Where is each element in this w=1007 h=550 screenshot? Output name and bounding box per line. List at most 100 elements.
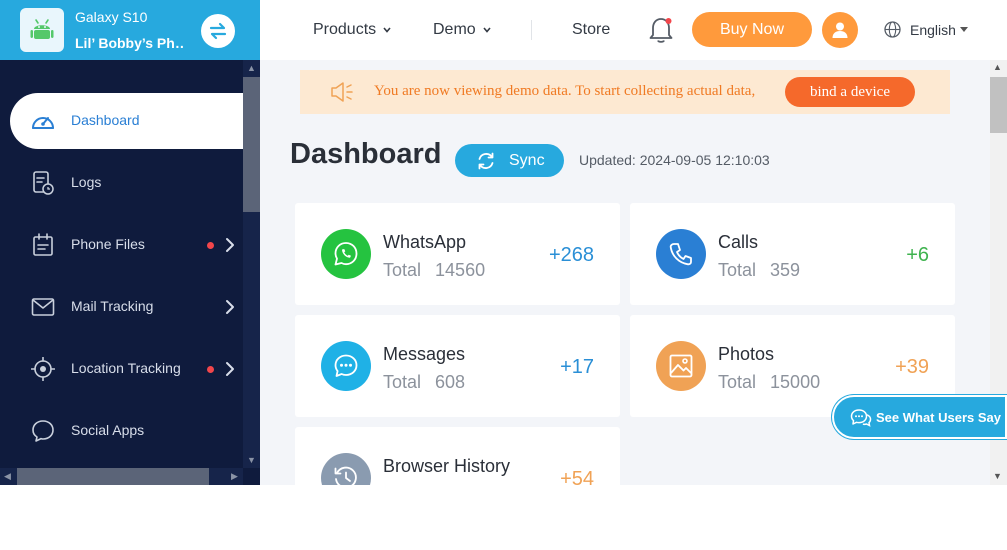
- scroll-down-arrow-icon[interactable]: ▼: [993, 472, 1002, 481]
- scroll-right-arrow-icon[interactable]: ▶: [231, 472, 238, 481]
- card-total-value: 15000: [770, 372, 821, 392]
- scroll-up-arrow-icon[interactable]: ▲: [247, 64, 256, 73]
- top-bar: Products Demo Store Buy Now English: [260, 0, 1007, 60]
- device-model: Galaxy S10: [75, 9, 148, 25]
- sidebar-nav: Dashboard Logs Phone Files Mail Tracking…: [0, 60, 243, 468]
- user-account-button[interactable]: [822, 12, 858, 48]
- scroll-down-arrow-icon[interactable]: ▼: [247, 456, 256, 465]
- sidebar: Galaxy S10 Lil’ Bobby’s Ph… Dashboard Lo…: [0, 0, 260, 485]
- sidebar-item-location-tracking[interactable]: Location Tracking: [10, 341, 243, 397]
- mail-envelope-icon: [30, 293, 56, 321]
- chevron-right-icon: [226, 362, 234, 376]
- sidebar-item-label: Location Tracking: [71, 360, 181, 376]
- location-crosshair-icon: [30, 355, 56, 383]
- sidebar-scrollbar-thumb[interactable]: [243, 77, 260, 212]
- globe-icon: [884, 21, 901, 38]
- sidebar-item-social-apps[interactable]: Social Apps: [10, 403, 243, 459]
- card-total-value: 608: [435, 372, 466, 392]
- card-total: Total 15000: [718, 372, 820, 393]
- buy-now-button[interactable]: Buy Now: [692, 12, 812, 47]
- sync-label: Sync: [509, 152, 545, 169]
- sidebar-item-mail-tracking[interactable]: Mail Tracking: [10, 279, 243, 335]
- sidebar-item-label: Dashboard: [71, 112, 140, 128]
- page-title: Dashboard: [290, 138, 442, 170]
- products-menu[interactable]: Products: [313, 21, 391, 39]
- card-delta: +39: [895, 356, 929, 378]
- demo-menu[interactable]: Demo: [433, 21, 491, 39]
- demo-menu-label: Demo: [433, 21, 476, 38]
- sidebar-horizontal-scrollbar-thumb[interactable]: [17, 468, 209, 485]
- dashboard-gauge-icon: [30, 107, 56, 135]
- sidebar-item-label: Phone Files: [71, 236, 145, 252]
- user-icon: [832, 22, 848, 38]
- chat-bubbles-icon: [850, 409, 872, 427]
- card-title: Browser History: [383, 456, 511, 476]
- card-total-label: Total: [718, 260, 757, 280]
- scroll-up-arrow-icon[interactable]: ▲: [993, 63, 1002, 72]
- demo-data-banner: You are now viewing demo data. To start …: [300, 70, 950, 114]
- card-title: Messages: [383, 344, 466, 364]
- notification-dot: [207, 366, 214, 373]
- sync-button[interactable]: Sync: [455, 144, 564, 177]
- messages-card[interactable]: Messages Total 608 +17: [295, 315, 620, 417]
- see-what-users-say-button[interactable]: See What Users Say: [832, 395, 1007, 439]
- app-window: Galaxy S10 Lil’ Bobby’s Ph… Dashboard Lo…: [0, 0, 1007, 485]
- phone-call-icon: [656, 229, 706, 279]
- card-total-label: Total: [383, 372, 422, 392]
- card-title: WhatsApp: [383, 232, 467, 252]
- store-link[interactable]: Store: [572, 21, 610, 39]
- whatsapp-card[interactable]: WhatsApp Total 14560 +268: [295, 203, 620, 305]
- feedback-label: See What Users Say: [876, 410, 1002, 425]
- chevron-right-icon: [226, 238, 234, 252]
- browser-history-card[interactable]: Browser History +54: [295, 427, 620, 485]
- store-link-label: Store: [572, 21, 611, 38]
- card-total: Total 14560: [383, 260, 485, 281]
- android-icon: [20, 8, 64, 52]
- card-delta: +54: [560, 468, 594, 485]
- bind-device-button[interactable]: bind a device: [785, 77, 915, 107]
- chevron-down-icon: [383, 27, 391, 33]
- sidebar-item-logs[interactable]: Logs: [10, 155, 243, 211]
- calls-card[interactable]: Calls Total 359 +6: [630, 203, 955, 305]
- card-title: Calls: [718, 232, 759, 252]
- products-menu-label: Products: [313, 21, 377, 38]
- device-name: Lil’ Bobby’s Ph…: [75, 35, 185, 51]
- card-title: Photos: [718, 344, 775, 364]
- caret-down-icon: [959, 27, 968, 32]
- sidebar-item-dashboard[interactable]: Dashboard: [10, 93, 243, 149]
- message-bubble-icon: [321, 341, 371, 391]
- sidebar-item-label: Logs: [71, 174, 102, 190]
- device-header: Galaxy S10 Lil’ Bobby’s Ph…: [0, 0, 260, 60]
- logs-clock-icon: [30, 169, 56, 197]
- chevron-down-icon: [483, 27, 491, 33]
- card-total-label: Total: [718, 372, 757, 392]
- sync-refresh-icon: [478, 152, 494, 170]
- banner-text: You are now viewing demo data. To start …: [374, 83, 756, 99]
- phone-files-calendar-icon: [30, 231, 56, 259]
- card-delta: +17: [560, 356, 594, 378]
- card-total: Total 608: [383, 372, 465, 393]
- main-scrollbar-thumb[interactable]: [990, 77, 1007, 133]
- megaphone-icon: [331, 82, 353, 102]
- topbar-divider: [531, 20, 532, 40]
- switch-device-button[interactable]: [201, 14, 235, 48]
- card-total: Total 359: [718, 260, 800, 281]
- chevron-right-icon: [226, 300, 234, 314]
- language-selector[interactable]: English: [884, 21, 968, 38]
- photo-image-icon: [656, 341, 706, 391]
- sidebar-item-label: Social Apps: [71, 422, 145, 438]
- card-total-label: Total: [383, 260, 422, 280]
- language-label: English: [910, 21, 956, 38]
- browser-history-icon: [321, 453, 371, 485]
- swap-arrows-icon: [209, 22, 227, 40]
- card-total-value: 359: [770, 260, 801, 280]
- whatsapp-icon: [321, 229, 371, 279]
- scroll-left-arrow-icon[interactable]: ◀: [4, 472, 11, 481]
- social-chat-bubble-icon: [30, 417, 56, 445]
- card-delta: +6: [906, 244, 929, 266]
- notification-dot: [207, 242, 214, 249]
- sidebar-item-phone-files[interactable]: Phone Files: [10, 217, 243, 273]
- card-total-value: 14560: [435, 260, 486, 280]
- notification-bell-icon[interactable]: [648, 16, 674, 44]
- card-delta: +268: [548, 244, 594, 266]
